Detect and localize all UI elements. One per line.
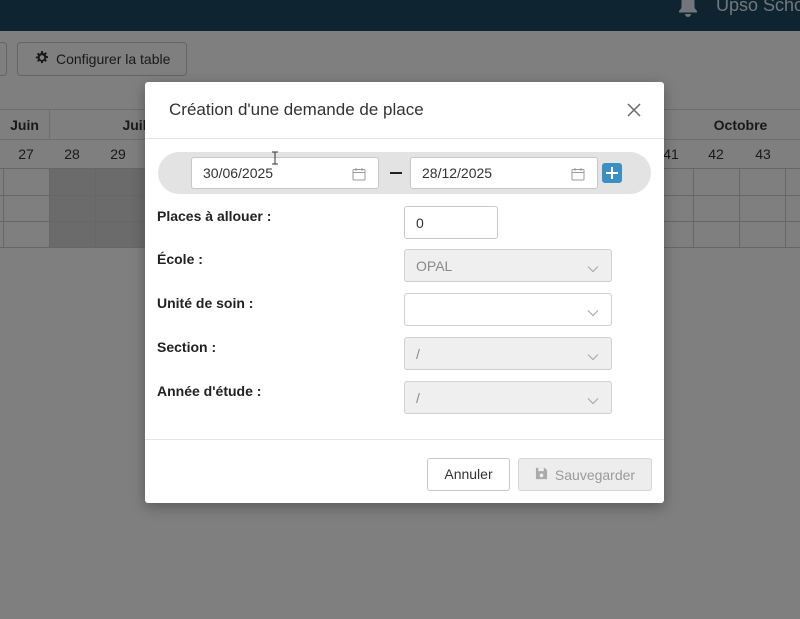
modal-header: Création d'une demande de place [145, 82, 664, 139]
add-date-range-button[interactable] [602, 163, 622, 183]
section-value: / [416, 346, 420, 362]
date-range-bar: 30/06/2025 28/12/2025 [158, 152, 651, 194]
unite-select[interactable] [404, 293, 612, 326]
chevron-down-icon [587, 349, 599, 361]
modal-footer-divider [145, 439, 664, 440]
ecole-select[interactable]: OPAL [404, 249, 612, 282]
close-icon[interactable] [626, 102, 642, 118]
chevron-down-icon [587, 305, 599, 317]
start-date-input[interactable]: 30/06/2025 [191, 157, 379, 189]
save-button[interactable]: Sauvegarder [518, 458, 652, 491]
floppy-disk-icon [535, 467, 548, 483]
places-value: 0 [416, 215, 424, 231]
text-cursor-icon [271, 151, 279, 165]
place-request-dialog: Création d'une demande de place 30/06/20… [145, 82, 664, 503]
calendar-icon[interactable] [571, 167, 585, 181]
section-label: Section : [157, 339, 217, 355]
calendar-icon[interactable] [352, 167, 366, 181]
ecole-value: OPAL [416, 258, 453, 274]
section-select[interactable]: / [404, 337, 612, 370]
unite-label: Unité de soin : [157, 295, 254, 311]
chevron-down-icon [587, 261, 599, 273]
end-date-value: 28/12/2025 [422, 165, 493, 181]
ecole-label: École : [157, 251, 203, 267]
cancel-button[interactable]: Annuler [427, 458, 510, 491]
start-date-value: 30/06/2025 [203, 165, 274, 181]
save-label: Sauvegarder [554, 466, 636, 483]
modal-title: Création d'une demande de place [169, 100, 424, 119]
chevron-down-icon [587, 393, 599, 405]
places-label: Places à allouer : [157, 208, 272, 224]
date-range-separator [390, 172, 402, 174]
annee-label: Année d'étude : [157, 383, 262, 399]
end-date-input[interactable]: 28/12/2025 [410, 157, 598, 189]
annee-value: / [416, 390, 420, 406]
annee-select[interactable]: / [404, 381, 612, 414]
places-input[interactable]: 0 [404, 206, 498, 239]
